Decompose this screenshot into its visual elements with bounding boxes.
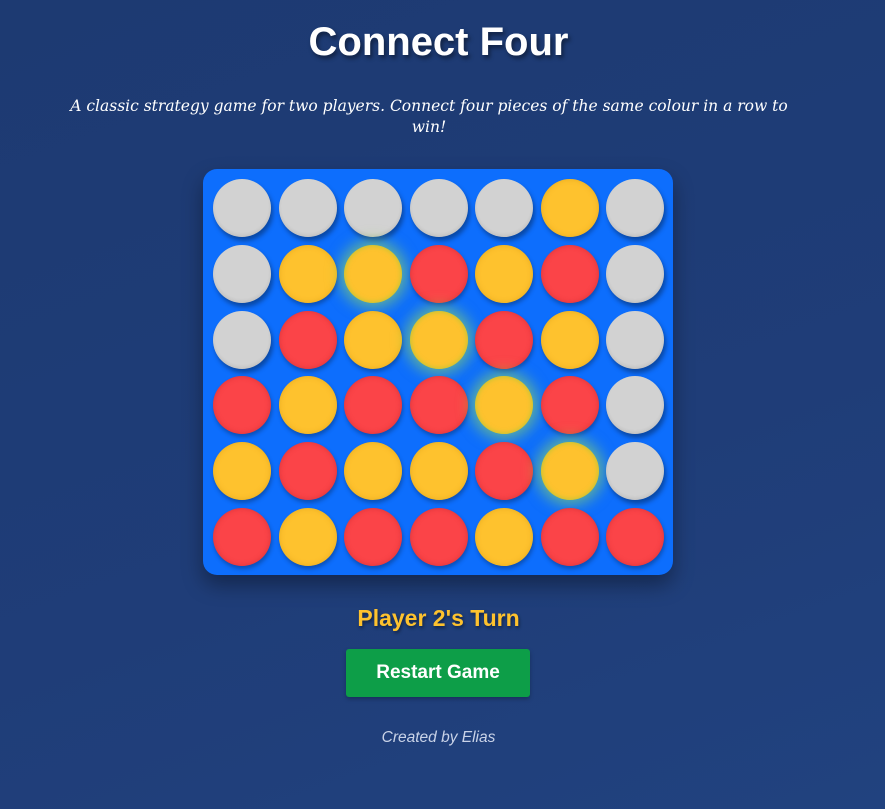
yellow-disc[interactable] [409,310,468,369]
empty-slot[interactable] [278,179,337,237]
empty-slot[interactable] [606,310,664,369]
yellow-disc[interactable] [475,244,533,303]
red-disc[interactable] [540,508,599,566]
red-disc[interactable] [213,376,271,435]
yellow-disc[interactable] [344,244,402,303]
turn-indicator: Player 2's Turn [357,605,520,631]
yellow-disc[interactable] [278,508,337,566]
red-disc[interactable] [278,442,337,501]
yellow-disc[interactable] [344,310,402,369]
game-title: Connect Four [308,20,569,64]
yellow-disc[interactable] [540,179,599,237]
yellow-disc[interactable] [540,310,599,369]
restart-button[interactable]: Restart Game [346,649,530,697]
red-disc[interactable] [606,508,664,566]
yellow-disc[interactable] [278,244,337,303]
red-disc[interactable] [540,376,599,435]
footer-credit: Created by Elias [381,729,496,746]
red-disc[interactable] [409,376,468,435]
empty-slot[interactable] [213,179,271,237]
red-disc[interactable] [475,442,533,501]
empty-slot[interactable] [213,244,271,303]
red-disc[interactable] [540,244,599,303]
yellow-disc[interactable] [475,508,533,566]
empty-slot[interactable] [606,179,664,237]
game-description: A classic strategy game for two players.… [70,97,788,136]
empty-slot[interactable] [475,179,533,237]
yellow-disc[interactable] [278,376,337,435]
empty-slot[interactable] [213,310,271,369]
empty-slot[interactable] [606,244,664,303]
yellow-disc[interactable] [344,442,402,501]
red-disc[interactable] [213,508,271,566]
yellow-disc[interactable] [540,442,599,501]
yellow-disc[interactable] [475,376,533,435]
red-disc[interactable] [278,310,337,369]
red-disc[interactable] [475,310,533,369]
empty-slot[interactable] [344,179,402,237]
red-disc[interactable] [344,508,402,566]
red-disc[interactable] [409,244,468,303]
empty-slot[interactable] [606,442,664,501]
empty-slot[interactable] [606,376,664,435]
red-disc[interactable] [409,508,468,566]
empty-slot[interactable] [409,179,468,237]
yellow-disc[interactable] [409,442,468,501]
yellow-disc[interactable] [213,442,271,501]
game-board[interactable] [203,169,673,575]
red-disc[interactable] [344,376,402,435]
